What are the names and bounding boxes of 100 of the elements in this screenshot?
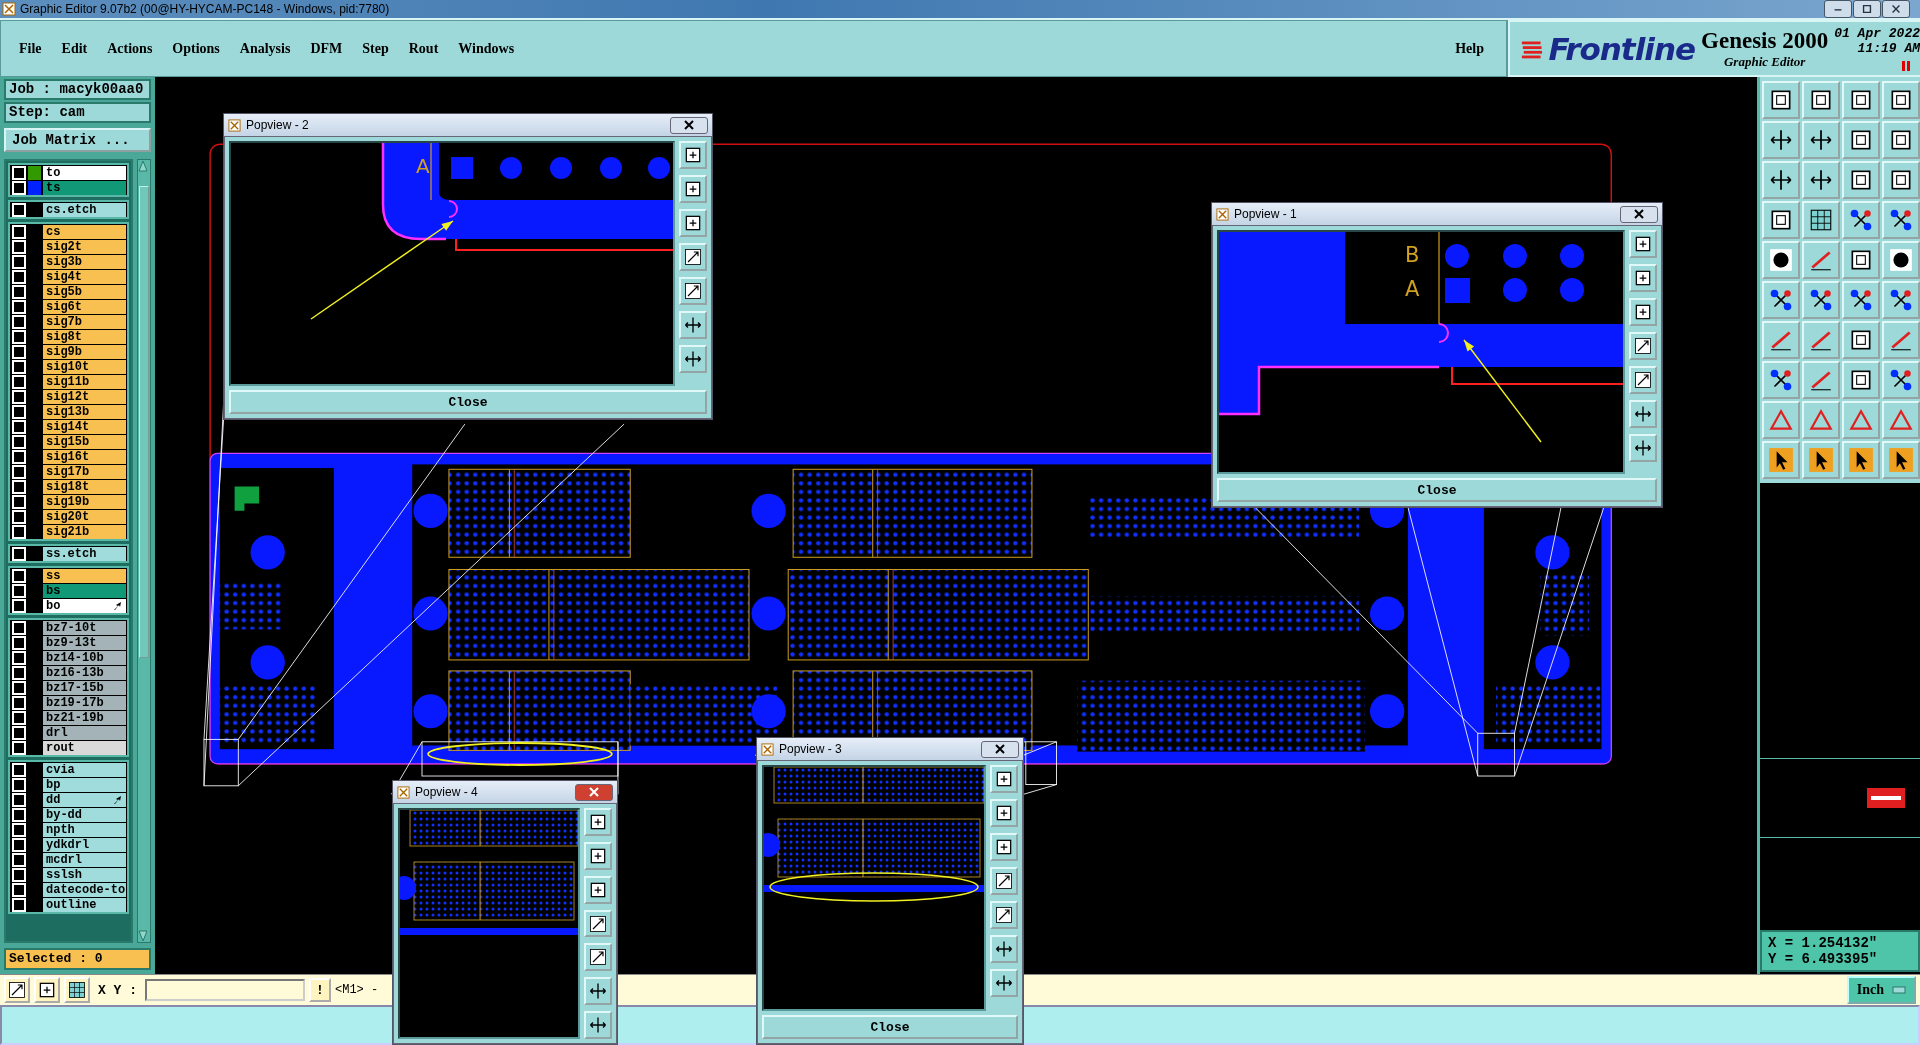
- layer-checkbox[interactable]: [12, 822, 26, 837]
- units-dropdown[interactable]: Inch: [1846, 976, 1916, 1004]
- view-tool-button[interactable]: [584, 943, 612, 972]
- menu-item[interactable]: Rout: [398, 40, 449, 57]
- tool-button[interactable]: [1762, 441, 1800, 479]
- layer-checkbox[interactable]: [12, 299, 26, 314]
- tool-button[interactable]: [1802, 281, 1840, 319]
- layer-item[interactable]: bz7-10t: [43, 620, 126, 635]
- layer-checkbox[interactable]: [12, 374, 26, 389]
- layer-item[interactable]: dd: [43, 792, 126, 807]
- layer-item[interactable]: sig5b: [43, 284, 126, 299]
- tool-button[interactable]: [1842, 241, 1880, 279]
- menu-item[interactable]: File: [9, 40, 52, 57]
- menu-item[interactable]: Options: [162, 40, 230, 57]
- close-button[interactable]: Close: [1217, 478, 1657, 502]
- layer-checkbox[interactable]: [12, 254, 26, 269]
- layer-checkbox[interactable]: [12, 897, 26, 912]
- view-tool-button[interactable]: [1629, 332, 1657, 360]
- layer-item[interactable]: mcdrl: [43, 852, 126, 867]
- tool-button[interactable]: [1802, 201, 1840, 239]
- layer-item[interactable]: bs: [43, 583, 126, 598]
- job-matrix-button[interactable]: Job Matrix ...: [4, 128, 151, 152]
- layer-checkbox[interactable]: [12, 359, 26, 374]
- layer-checkbox[interactable]: [12, 509, 26, 524]
- layer-item[interactable]: ydkdrl: [43, 837, 126, 852]
- tool-button[interactable]: [1762, 121, 1800, 159]
- layer-item[interactable]: sig8t: [43, 329, 126, 344]
- close-button[interactable]: [1620, 205, 1658, 223]
- layer-item[interactable]: bz14-10b: [43, 650, 126, 665]
- view-tool-button[interactable]: [679, 277, 707, 305]
- layer-checkbox[interactable]: [12, 269, 26, 284]
- layer-item[interactable]: npth: [43, 822, 126, 837]
- layer-item[interactable]: cs: [43, 224, 126, 239]
- layer-checkbox[interactable]: [12, 524, 26, 539]
- layer-item[interactable]: cs.etch: [43, 202, 126, 217]
- layer-checkbox[interactable]: [12, 710, 26, 725]
- tool-button[interactable]: [1882, 361, 1920, 399]
- layer-item[interactable]: sig20t: [43, 509, 126, 524]
- layer-checkbox[interactable]: [12, 695, 26, 710]
- view-tool-button[interactable]: [584, 808, 612, 836]
- layer-item[interactable]: outline: [43, 897, 126, 912]
- menu-item[interactable]: Windows: [448, 40, 525, 57]
- layer-item[interactable]: sig7b: [43, 314, 126, 329]
- menu-item[interactable]: Analysis: [229, 40, 301, 57]
- layer-checkbox[interactable]: [12, 762, 26, 777]
- layer-item[interactable]: sig16t: [43, 449, 126, 464]
- layer-checkbox[interactable]: [12, 807, 26, 822]
- layer-checkbox[interactable]: [12, 852, 26, 867]
- layer-item[interactable]: cvia: [43, 762, 126, 777]
- tool-button[interactable]: [1882, 281, 1920, 319]
- tool-button[interactable]: [1842, 361, 1880, 399]
- layer-checkbox[interactable]: [12, 202, 26, 217]
- layer-item[interactable]: bo: [43, 598, 126, 613]
- layer-item[interactable]: ss.etch: [43, 546, 126, 561]
- view-tool-button[interactable]: [990, 969, 1018, 997]
- layer-item[interactable]: by-dd: [43, 807, 126, 822]
- view-tool-button[interactable]: [990, 765, 1018, 793]
- layer-item[interactable]: bz9-13t: [43, 635, 126, 650]
- layer-checkbox[interactable]: [12, 635, 26, 650]
- layer-checkbox[interactable]: [12, 598, 26, 613]
- close-button[interactable]: Close: [229, 390, 707, 414]
- layer-checkbox[interactable]: [12, 882, 26, 897]
- layer-checkbox[interactable]: [12, 165, 26, 180]
- view-tool-button[interactable]: [679, 345, 707, 373]
- view-tool-button[interactable]: [584, 909, 612, 938]
- scroll-up-icon[interactable]: [138, 160, 148, 172]
- layer-checkbox[interactable]: [12, 419, 26, 434]
- layer-item[interactable]: bz21-19b: [43, 710, 126, 725]
- menu-item[interactable]: DFM: [300, 40, 353, 57]
- layer-item[interactable]: sig9b: [43, 344, 126, 359]
- tool-button[interactable]: [1882, 241, 1920, 279]
- tool-button[interactable]: [1762, 361, 1800, 399]
- view-tool-button[interactable]: [679, 175, 707, 203]
- layer-checkbox[interactable]: [12, 434, 26, 449]
- layer-checkbox[interactable]: [12, 404, 26, 419]
- layer-checkbox[interactable]: [12, 479, 26, 494]
- tool-button[interactable]: [1762, 81, 1800, 119]
- tool-button[interactable]: [1882, 121, 1920, 159]
- scrollbar[interactable]: [137, 159, 151, 943]
- view-tool-button[interactable]: [679, 243, 707, 271]
- layer-color-swatch[interactable]: [28, 180, 41, 195]
- layer-checkbox[interactable]: [12, 224, 26, 239]
- view-tool-button[interactable]: [1629, 400, 1657, 428]
- layer-checkbox[interactable]: [12, 583, 26, 598]
- tool-button[interactable]: [1762, 241, 1800, 279]
- tool-button[interactable]: [1762, 281, 1800, 319]
- layer-item[interactable]: sig21b: [43, 524, 126, 539]
- tool-button[interactable]: [1762, 161, 1800, 199]
- layer-checkbox[interactable]: [12, 314, 26, 329]
- close-button[interactable]: Close: [762, 1015, 1018, 1039]
- layer-checkbox[interactable]: [12, 239, 26, 254]
- layer-checkbox[interactable]: [12, 284, 26, 299]
- view-tool-button[interactable]: [1629, 298, 1657, 326]
- layer-item[interactable]: ss: [43, 568, 126, 583]
- layer-item[interactable]: ts: [43, 180, 126, 195]
- menu-item[interactable]: Actions: [97, 40, 163, 57]
- view-tool-button[interactable]: [584, 875, 612, 904]
- scroll-down-icon[interactable]: [138, 930, 148, 942]
- layer-checkbox[interactable]: [12, 464, 26, 479]
- tool-button[interactable]: [1842, 121, 1880, 159]
